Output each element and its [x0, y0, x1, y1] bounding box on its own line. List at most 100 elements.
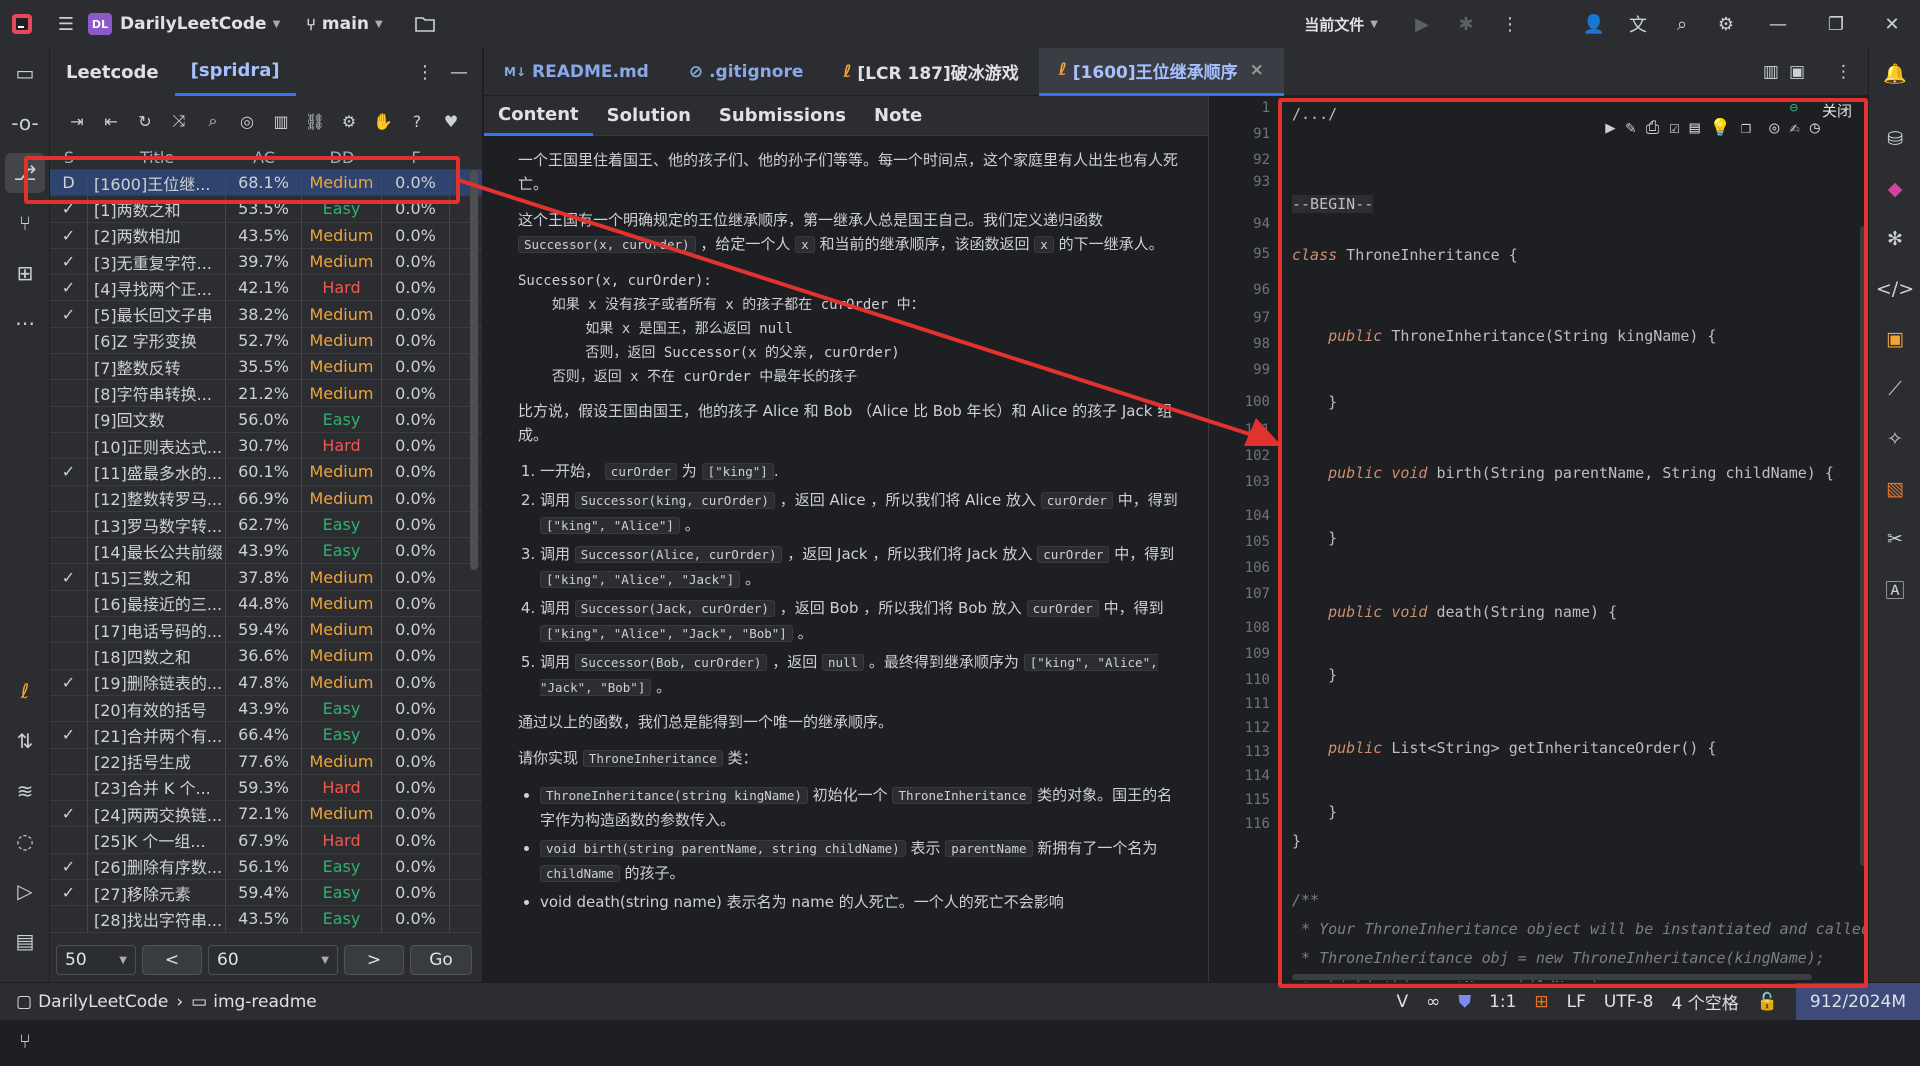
leetcode-tool-icon[interactable]: ⎇ — [5, 153, 45, 193]
gear-icon[interactable]: ⚙ — [1704, 0, 1748, 48]
tab-submissions[interactable]: Submissions — [705, 96, 860, 136]
prev-page-button[interactable]: < — [142, 945, 202, 975]
preview-icon[interactable]: ▣ — [1789, 62, 1805, 82]
header-frequency[interactable]: F — [382, 146, 450, 169]
header-ac[interactable]: AC — [226, 146, 302, 169]
plugin-icon[interactable]: ◆ — [1869, 164, 1920, 214]
search-icon[interactable]: ⌕ — [196, 104, 230, 138]
table-row[interactable]: ✓ [19]删除链表的... 47.8% Medium 0.0% — [50, 669, 482, 696]
encoding[interactable]: UTF-8 — [1604, 992, 1654, 1012]
project-folder-icon[interactable]: ▭ — [0, 48, 50, 98]
heart-icon[interactable]: ♥ — [434, 104, 468, 138]
structure-icon[interactable]: ⊞ — [0, 248, 50, 298]
package-icon[interactable]: ▣ — [1869, 314, 1920, 364]
branch-selector[interactable]: ⑂ main ▼ — [306, 14, 382, 34]
table-row[interactable]: ✓ [27]移除元素 59.4% Easy 0.0% — [50, 880, 482, 907]
table-row[interactable]: [7]整数反转 35.5% Medium 0.0% — [50, 354, 482, 381]
page-size-select[interactable]: 50 ▼ — [56, 945, 136, 975]
translate-icon[interactable]: 文 — [1616, 0, 1660, 48]
next-page-button[interactable]: > — [344, 945, 404, 975]
tab-leetcode[interactable]: Leetcode — [50, 48, 175, 96]
commit-icon[interactable]: -o- — [0, 98, 50, 148]
database-icon[interactable]: ⛁ — [1869, 114, 1920, 164]
memory-indicator[interactable]: 912/2024M — [1795, 983, 1920, 1020]
infinity-icon[interactable]: ∞ — [1426, 992, 1440, 1012]
vcs-icon[interactable]: V — [1397, 992, 1409, 1012]
more-horizontal-icon[interactable]: ⋯ — [0, 298, 50, 348]
split-view-icon[interactable]: ▥ — [1763, 62, 1779, 82]
header-difficulty[interactable]: DD — [302, 146, 382, 169]
logout-icon[interactable]: ⇤ — [94, 104, 128, 138]
ai-assistant-icon[interactable]: ✻ — [1869, 214, 1920, 264]
table-row[interactable]: D [1600]王位继... 68.1% Medium 0.0% — [50, 170, 482, 197]
profiler-icon[interactable]: ⟋ — [1869, 364, 1920, 414]
table-row[interactable]: ✓ [3]无重复字符... 39.7% Medium 0.0% — [50, 248, 482, 276]
run-tool-icon[interactable]: ▷ — [0, 866, 50, 916]
add-user-icon[interactable]: 👤 — [1572, 0, 1616, 48]
breadcrumb-project[interactable]: DarilyLeetCode — [38, 992, 168, 1012]
table-row[interactable]: [8]字符串转换... 21.2% Medium 0.0% — [50, 380, 482, 407]
close-window-icon[interactable]: ✕ — [1864, 0, 1920, 48]
table-row[interactable]: [9]回文数 56.0% Easy 0.0% — [50, 406, 482, 433]
submit-icon[interactable]: ⎙ — [1646, 118, 1660, 138]
edit-icon[interactable]: ✎ — [1625, 118, 1635, 138]
timer-icon[interactable]: ◷ — [1810, 118, 1820, 138]
office-icon[interactable]: ▧ — [1869, 464, 1920, 514]
help-icon[interactable]: ? — [400, 104, 434, 138]
globe-icon[interactable]: ◎ — [1769, 118, 1779, 138]
tab-note[interactable]: Note — [860, 96, 936, 136]
project-selector[interactable]: DL DarilyLeetCode ▼ — [88, 13, 280, 35]
table-row[interactable]: ✓ [26]删除有序数... 56.1% Easy 0.0% — [50, 853, 482, 881]
ai-chat-icon[interactable]: ✧ — [1869, 414, 1920, 464]
close-tab-icon[interactable]: × — [1250, 60, 1264, 80]
font-icon[interactable]: 🄰 — [1869, 564, 1920, 614]
page-select[interactable]: 60 ▼ — [208, 945, 338, 975]
minimize-icon[interactable]: — — [1748, 0, 1808, 48]
scrollbar[interactable] — [1860, 226, 1866, 866]
services-icon[interactable]: ◌ — [0, 816, 50, 866]
tools-icon[interactable]: ✂ — [1869, 514, 1920, 564]
table-row[interactable]: ✓ [1]两数之和 53.5% Easy 0.0% — [50, 196, 482, 223]
table-row[interactable]: [17]电话号码的... 59.4% Medium 0.0% — [50, 617, 482, 644]
code-editor[interactable]: 关闭 ⊖ ▶ ✎ ⎙ ☑ ▤ 💡 ❐ ◎ ✍ ◷ /.../ --BEGIN-- c… — [1282, 96, 1868, 982]
tab-readme[interactable]: M↓ README.md — [484, 48, 669, 96]
table-row[interactable]: ✓ [15]三数之和 37.8% Medium 0.0% — [50, 564, 482, 591]
shuffle-icon[interactable]: ⤨ — [162, 104, 196, 138]
header-status[interactable]: S — [50, 146, 88, 169]
refresh-icon[interactable]: ↻ — [128, 104, 162, 138]
tab-1600[interactable]: ℓ [1600]王位继承顺序 × — [1038, 47, 1284, 96]
git-icon[interactable]: ⑂ — [0, 1016, 50, 1066]
tab-lcr187[interactable]: ℓ [LCR 187]破冰游戏 — [823, 48, 1038, 96]
comment-icon[interactable]: ▤ — [1690, 118, 1700, 138]
more-vertical-icon[interactable]: ⋮ — [416, 62, 434, 83]
table-row[interactable]: ✓ [4]寻找两个正... 42.1% Hard 0.0% — [50, 275, 482, 302]
test-icon[interactable]: ☑ — [1669, 118, 1679, 138]
terminal-icon[interactable]: ▤ — [0, 916, 50, 966]
bookmark-icon[interactable]: ⇅ — [0, 716, 50, 766]
leetcode-logo-icon[interactable]: ℓ — [0, 666, 50, 716]
tab-gitignore[interactable]: ⊘ .gitignore — [669, 48, 824, 96]
breadcrumb-folder[interactable]: img-readme — [213, 992, 317, 1012]
scrollbar[interactable] — [470, 170, 478, 570]
tab-user[interactable]: [spridra] — [174, 48, 296, 96]
table-row[interactable]: [23]合并 K 个... 59.3% Hard 0.0% — [50, 774, 482, 802]
table-row[interactable]: [12]整数转罗马... 66.9% Medium 0.0% — [50, 485, 482, 512]
table-row[interactable]: [20]有效的括号 43.9% Easy 0.0% — [50, 695, 482, 723]
cursor-position[interactable]: 1:1 — [1489, 992, 1516, 1012]
hint-icon[interactable]: 💡 — [1710, 118, 1731, 138]
table-row[interactable]: ✓ [21]合并两个有... 66.4% Easy 0.0% — [50, 722, 482, 749]
chart-icon[interactable]: ▥ — [264, 104, 298, 138]
code-icon[interactable]: </> — [1869, 264, 1920, 314]
table-row[interactable]: [28]找出字符串... 43.5% Easy 0.0% — [50, 906, 482, 933]
hide-panel-icon[interactable]: — — [450, 62, 468, 83]
tab-content[interactable]: Content — [484, 96, 593, 136]
search-icon[interactable]: ⌕ — [1660, 0, 1704, 48]
table-row[interactable]: ✓ [24]两两交换链... 72.1% Medium 0.0% — [50, 801, 482, 828]
hand-icon[interactable]: ✋ — [366, 104, 400, 138]
line-separator[interactable]: LF — [1567, 992, 1586, 1012]
more-vertical-icon[interactable]: ⋮ — [1488, 0, 1532, 48]
run-code-icon[interactable]: ▶ — [1605, 118, 1615, 138]
header-title[interactable]: Title — [88, 146, 226, 169]
go-button[interactable]: Go — [410, 945, 472, 975]
table-row[interactable]: [14]最长公共前缀 43.9% Easy 0.0% — [50, 538, 482, 565]
